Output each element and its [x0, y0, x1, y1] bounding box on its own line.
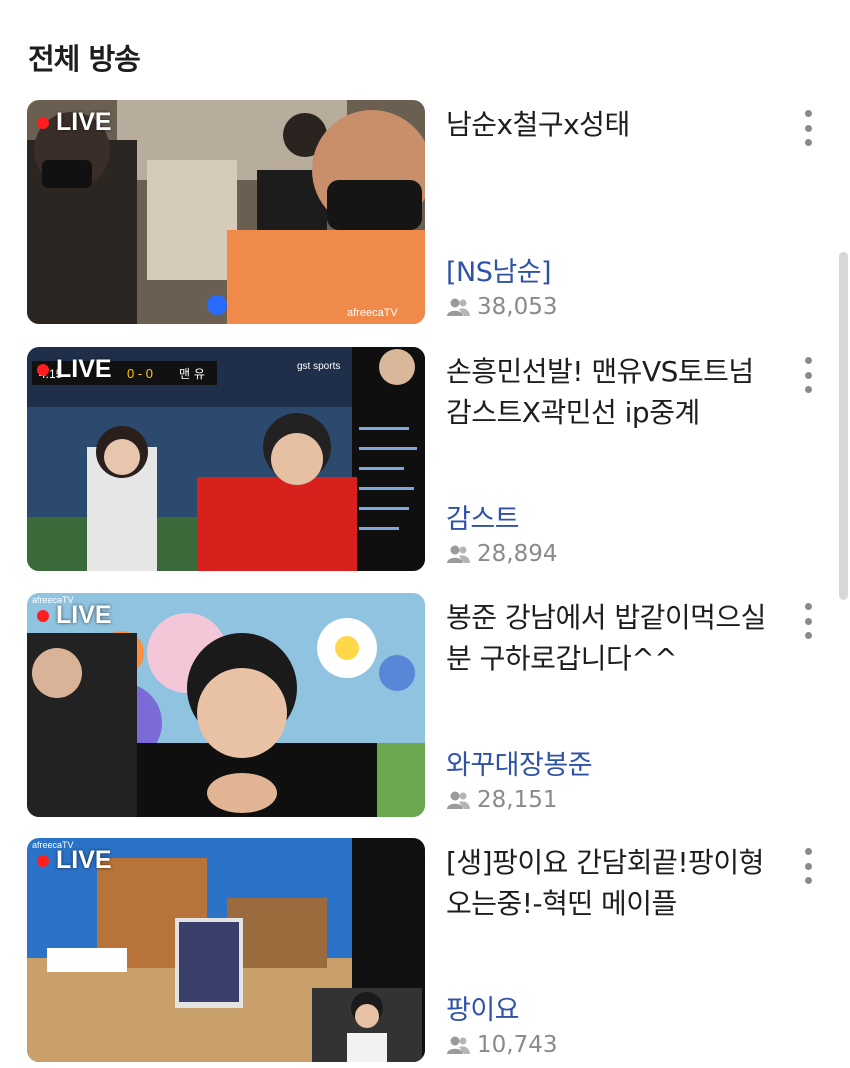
- viewer-count: 28,894: [446, 541, 557, 567]
- broadcast-item[interactable]: afreecaTV LIVE 봉준 강남에서 밥같이먹으실 분 구하로갑니다^^…: [0, 593, 850, 823]
- live-badge: LIVE: [37, 846, 112, 875]
- live-badge: LIVE: [37, 601, 112, 630]
- section-title: 전체 방송: [28, 42, 141, 76]
- broadcast-thumbnail[interactable]: afreecaTV LIVE: [27, 593, 425, 817]
- watermark: gst sports: [297, 361, 340, 372]
- viewers-icon: [447, 1036, 470, 1054]
- broadcast-title[interactable]: 남순x철구x성태: [446, 104, 766, 145]
- broadcast-title[interactable]: [생]팡이요 간담회끝!팡이형오는중!-혁띤 메이플: [446, 842, 766, 924]
- live-dot-icon: [37, 116, 49, 129]
- viewer-count: 10,743: [446, 1032, 557, 1058]
- more-options-icon[interactable]: [798, 603, 818, 639]
- live-dot-icon: [37, 609, 49, 622]
- more-options-icon[interactable]: [798, 848, 818, 884]
- viewers-icon: [447, 545, 470, 563]
- channel-name[interactable]: 감스트: [446, 497, 520, 536]
- live-dot-icon: [37, 854, 49, 867]
- viewers-icon: [447, 791, 470, 809]
- viewer-count-value: 28,894: [477, 541, 558, 567]
- live-badge: LIVE: [37, 355, 112, 384]
- more-options-icon[interactable]: [798, 110, 818, 146]
- scrollbar[interactable]: [839, 252, 848, 600]
- live-label: LIVE: [56, 601, 112, 629]
- live-label: LIVE: [56, 846, 112, 874]
- channel-name[interactable]: 와꾸대장봉준: [446, 743, 593, 782]
- live-label: LIVE: [56, 355, 112, 383]
- broadcast-item[interactable]: 0 - 0 맨 유 4:15 gst sports LIVE 손흥민선발! 맨유…: [0, 347, 850, 577]
- viewer-count-value: 38,053: [477, 294, 558, 320]
- scoreboard-score: 0 - 0: [127, 366, 153, 381]
- viewers-icon: [447, 298, 470, 316]
- channel-name[interactable]: [NS남순]: [446, 250, 552, 289]
- viewer-count-value: 10,743: [477, 1032, 558, 1058]
- live-label: LIVE: [56, 108, 112, 136]
- broadcast-thumbnail[interactable]: 0 - 0 맨 유 4:15 gst sports LIVE: [27, 347, 425, 571]
- broadcast-title[interactable]: 봉준 강남에서 밥같이먹으실 분 구하로갑니다^^: [446, 597, 766, 679]
- live-dot-icon: [37, 363, 49, 376]
- broadcast-item[interactable]: afreecaTV LIVE 남순x철구x성태 [NS남순] 38,053: [0, 100, 850, 330]
- more-options-icon[interactable]: [798, 357, 818, 393]
- scoreboard-team: 맨 유: [179, 367, 205, 381]
- broadcast-item[interactable]: afreecaTV LIVE [생]팡이요 간담회끝!팡이형오는중!-혁띤 메이…: [0, 838, 850, 1068]
- channel-name[interactable]: 팡이요: [446, 988, 520, 1027]
- broadcast-thumbnail[interactable]: afreecaTV LIVE: [27, 838, 425, 1062]
- live-badge: LIVE: [37, 108, 112, 137]
- viewer-count: 28,151: [446, 787, 557, 813]
- watermark: afreecaTV: [347, 307, 398, 319]
- broadcast-thumbnail[interactable]: afreecaTV LIVE: [27, 100, 425, 324]
- viewer-count-value: 28,151: [477, 787, 558, 813]
- broadcast-title[interactable]: 손흥민선발! 맨유VS토트넘 감스트X곽민선 ip중계: [446, 351, 766, 433]
- viewer-count: 38,053: [446, 294, 557, 320]
